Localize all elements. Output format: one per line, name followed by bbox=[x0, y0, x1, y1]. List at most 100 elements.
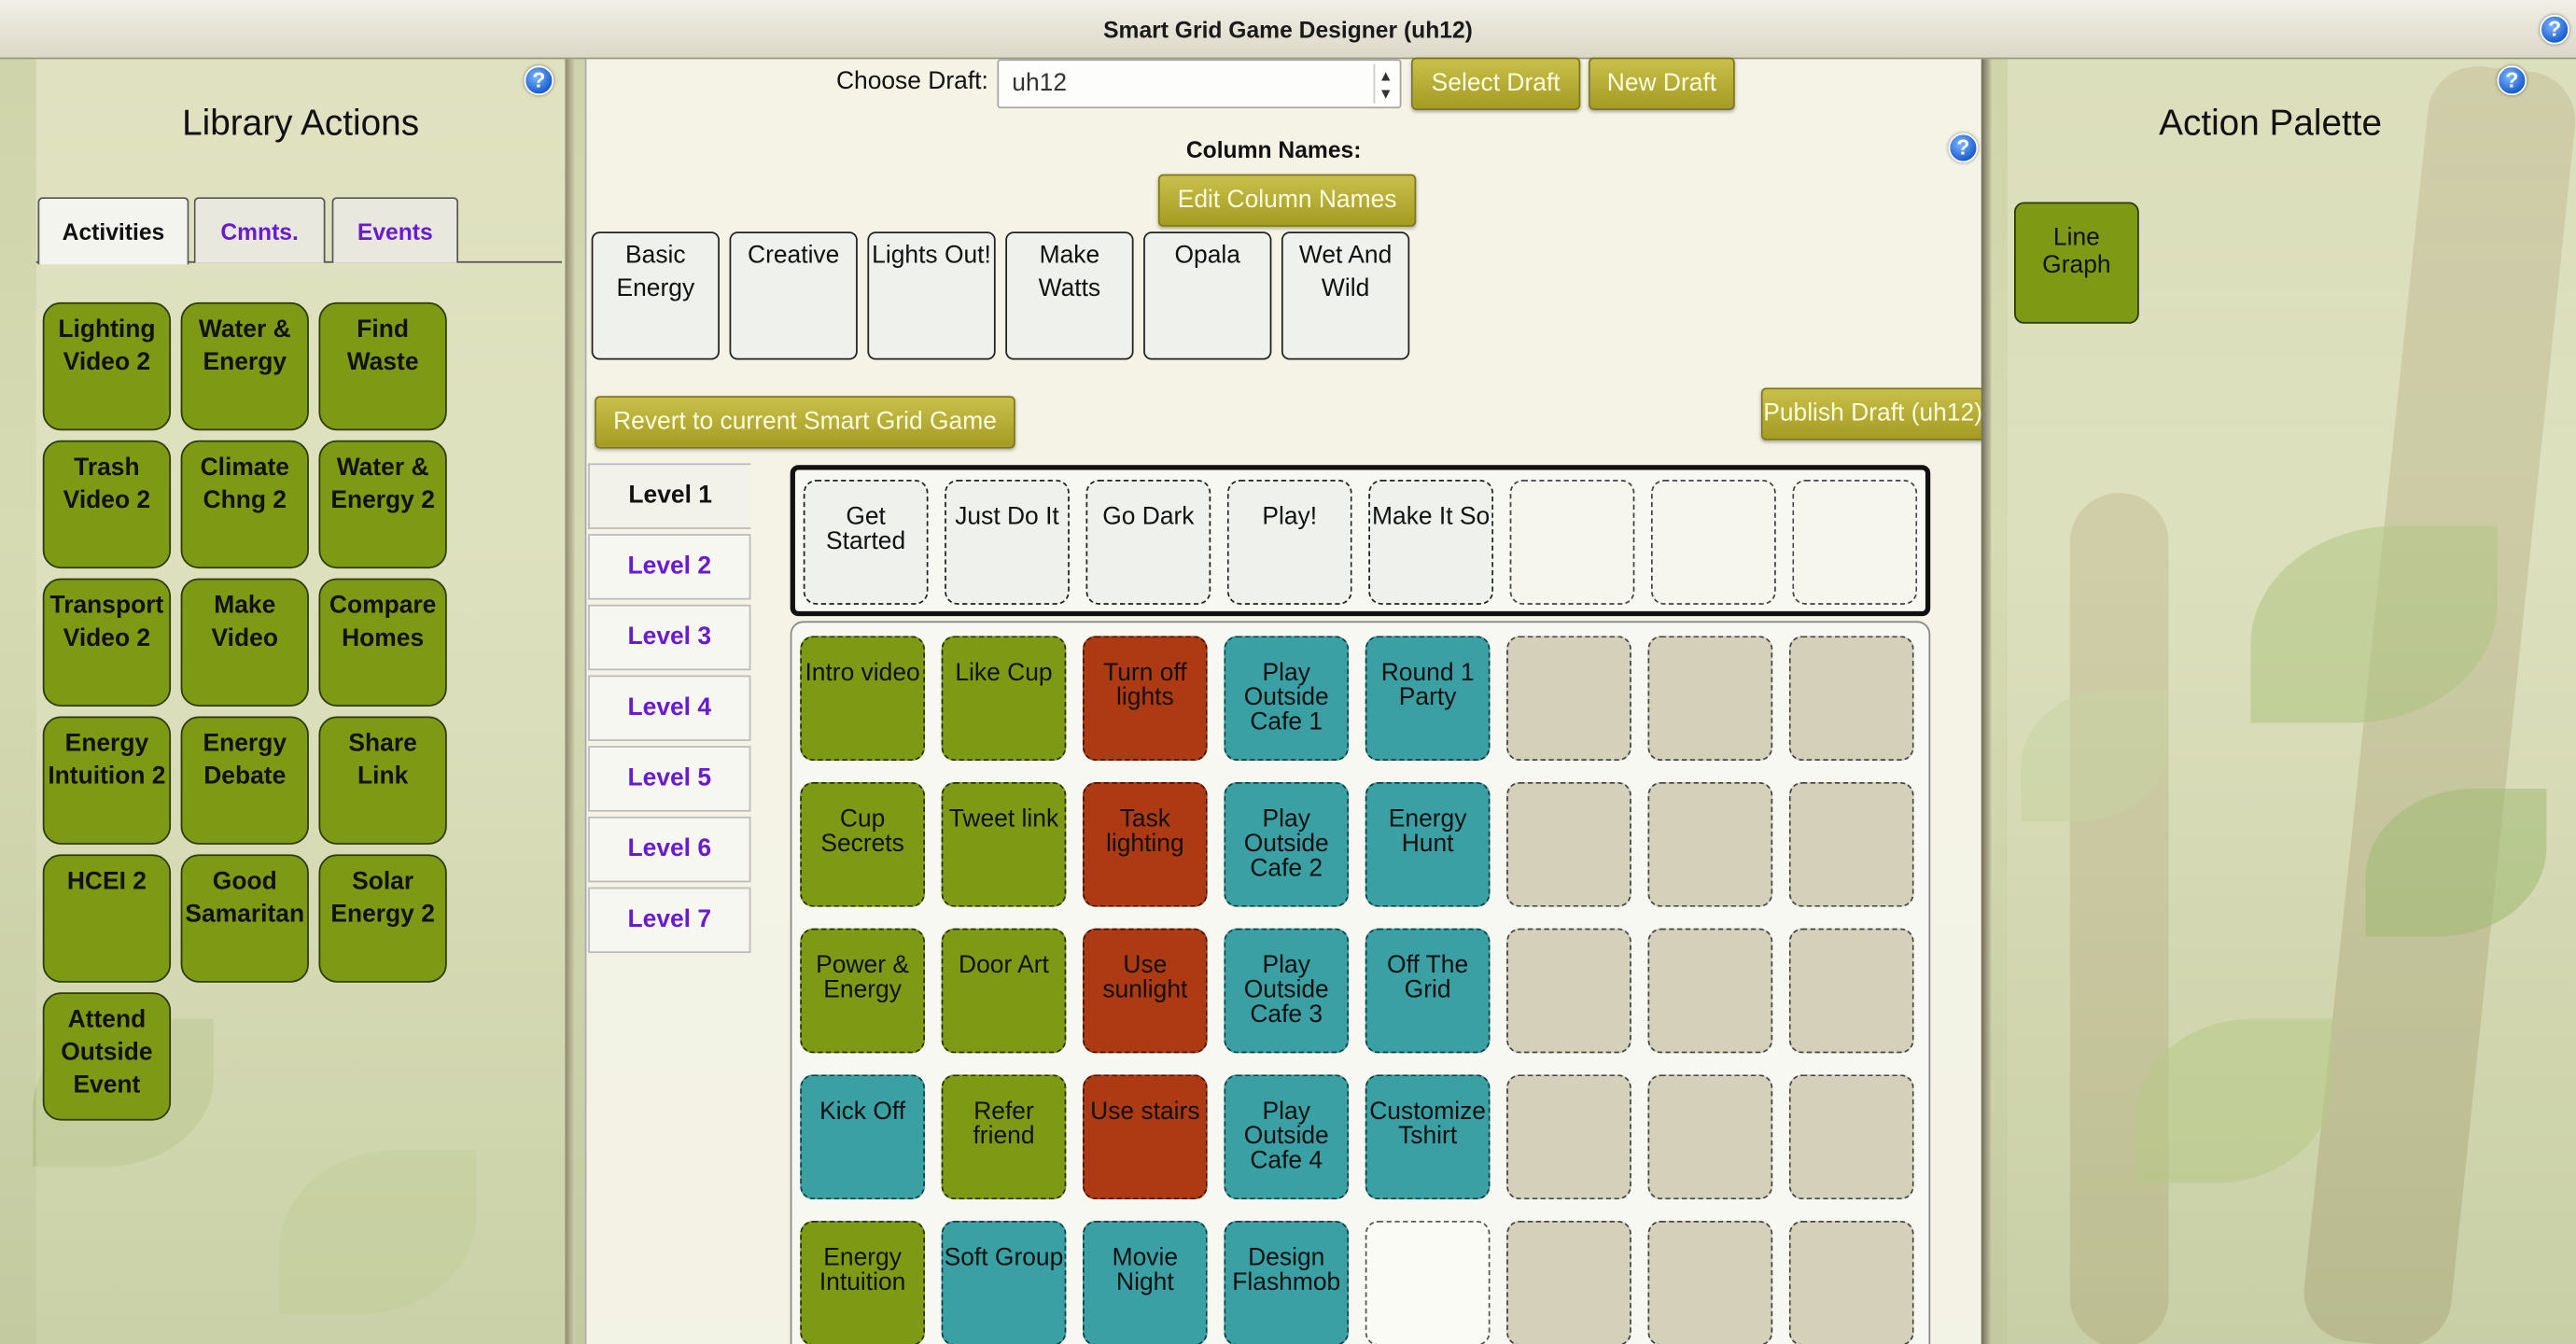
edit-column-names-button[interactable]: Edit Column Names bbox=[1157, 174, 1417, 227]
library-action-trash-video-2[interactable]: Trash Video 2 bbox=[42, 440, 172, 569]
library-action-attend-outside-event[interactable]: Attend Outside Event bbox=[42, 992, 172, 1121]
palette-action-line-graph[interactable]: Line Graph bbox=[2014, 202, 2139, 324]
level-column-go-dark[interactable]: Go Dark bbox=[1085, 480, 1211, 605]
grid-cell-empty[interactable] bbox=[1788, 636, 1914, 762]
level-tab-3[interactable]: Level 3 bbox=[588, 604, 751, 671]
level-column-row: Get Started Just Do It Go Dark Play! Mak… bbox=[790, 465, 1931, 617]
grid-cell[interactable]: Play Outside Cafe 3 bbox=[1224, 928, 1350, 1054]
library-tabs: Activities Cmnts. Events bbox=[35, 197, 562, 265]
level-tab-6[interactable]: Level 6 bbox=[588, 816, 751, 883]
library-action-good-samaritan[interactable]: Good Samaritan bbox=[180, 854, 309, 983]
level-tab-4[interactable]: Level 4 bbox=[588, 675, 751, 741]
column-name-lights-out[interactable]: Lights Out! bbox=[867, 231, 996, 360]
tab-activities[interactable]: Activities bbox=[37, 197, 189, 265]
level-column-just-do-it[interactable]: Just Do It bbox=[945, 480, 1070, 605]
level-column-make-it-so[interactable]: Make It So bbox=[1368, 480, 1494, 605]
publish-draft-button[interactable]: Publish Draft (uh12) bbox=[1760, 387, 1985, 441]
grid-cell-empty[interactable] bbox=[1647, 928, 1773, 1054]
library-action-water-energy-2[interactable]: Water & Energy 2 bbox=[318, 440, 447, 569]
level-column-get-started[interactable]: Get Started bbox=[803, 480, 929, 605]
library-action-climate-chng-2[interactable]: Climate Chng 2 bbox=[180, 440, 309, 569]
grid-cell-empty[interactable] bbox=[1365, 1220, 1491, 1344]
library-action-transport-video-2[interactable]: Transport Video 2 bbox=[42, 578, 172, 707]
grid-cell[interactable]: Kick Off bbox=[800, 1074, 925, 1200]
action-palette-title: Action Palette bbox=[2159, 102, 2383, 144]
grid-cell[interactable]: Movie Night bbox=[1082, 1220, 1208, 1344]
grid-cell[interactable]: Cup Secrets bbox=[800, 781, 925, 907]
library-action-solar-energy-2[interactable]: Solar Energy 2 bbox=[318, 854, 447, 983]
column-name-wet-and-wild[interactable]: Wet And Wild bbox=[1281, 231, 1410, 360]
revert-button[interactable]: Revert to current Smart Grid Game bbox=[595, 396, 1015, 449]
library-action-lighting-video-2[interactable]: Lighting Video 2 bbox=[42, 301, 172, 431]
level-column-empty-slot[interactable] bbox=[1651, 480, 1776, 605]
grid-cell-empty[interactable] bbox=[1788, 1220, 1914, 1344]
column-name-make-watts[interactable]: Make Watts bbox=[1005, 231, 1134, 360]
column-name-basic-energy[interactable]: Basic Energy bbox=[591, 231, 720, 360]
grid-cell-empty[interactable] bbox=[1647, 1074, 1773, 1200]
grid-cell[interactable]: Refer friend bbox=[941, 1074, 1067, 1200]
column-name-opala[interactable]: Opala bbox=[1143, 231, 1272, 360]
grid-cell[interactable]: Play Outside Cafe 4 bbox=[1224, 1074, 1350, 1200]
level-column-empty-slot[interactable] bbox=[1509, 480, 1635, 605]
draft-select[interactable]: uh12 ▲ ▼ bbox=[997, 59, 1402, 109]
grid-cell[interactable]: Task lighting bbox=[1082, 781, 1208, 907]
grid-cell-empty[interactable] bbox=[1506, 636, 1631, 762]
library-action-find-waste[interactable]: Find Waste bbox=[318, 301, 447, 431]
grid-cell-empty[interactable] bbox=[1506, 1074, 1631, 1200]
grid-cell[interactable]: Design Flashmob bbox=[1224, 1220, 1350, 1344]
grid-cell-empty[interactable] bbox=[1788, 928, 1914, 1054]
action-palette-panel: ? Action Palette Line Graph bbox=[2007, 59, 2576, 1344]
grid-cell[interactable]: Tweet link bbox=[941, 781, 1067, 907]
grid-cell-empty[interactable] bbox=[1647, 1220, 1773, 1344]
grid-cell[interactable]: Use stairs bbox=[1082, 1074, 1208, 1200]
grid-cell-empty[interactable] bbox=[1506, 781, 1631, 907]
grid-cell[interactable]: Customize Tshirt bbox=[1365, 1074, 1491, 1200]
designer-panel: Choose Draft: uh12 ▲ ▼ Select Draft New D… bbox=[584, 57, 1992, 1344]
grid-cell[interactable]: Like Cup bbox=[941, 636, 1067, 762]
grid-cell-empty[interactable] bbox=[1506, 1220, 1631, 1344]
level-tab-1[interactable]: Level 1 bbox=[588, 463, 751, 529]
grid-cell[interactable]: Intro video bbox=[800, 636, 925, 762]
library-action-energy-intuition-2[interactable]: Energy Intuition 2 bbox=[42, 716, 172, 845]
library-action-hcei-2[interactable]: HCEI 2 bbox=[42, 854, 172, 983]
grid-cell[interactable]: Power & Energy bbox=[800, 928, 925, 1054]
column-names-label: Column Names: bbox=[1185, 136, 1362, 163]
column-name-creative[interactable]: Creative bbox=[729, 231, 858, 360]
grid-cell-empty[interactable] bbox=[1647, 781, 1773, 907]
grid-cell-empty[interactable] bbox=[1647, 636, 1773, 762]
select-arrows-icon: ▲ ▼ bbox=[1373, 63, 1397, 104]
grid-cell-empty[interactable] bbox=[1788, 781, 1914, 907]
library-action-make-video[interactable]: Make Video bbox=[180, 578, 309, 707]
tab-comments[interactable]: Cmnts. bbox=[193, 197, 326, 263]
grid-cell[interactable]: Soft Group bbox=[941, 1220, 1067, 1344]
level-column-play[interactable]: Play! bbox=[1226, 480, 1352, 605]
level-tab-5[interactable]: Level 5 bbox=[588, 746, 751, 812]
grid-cell[interactable]: Use sunlight bbox=[1082, 928, 1208, 1054]
help-icon[interactable]: ? bbox=[2497, 65, 2527, 96]
select-draft-button[interactable]: Select Draft bbox=[1411, 57, 1581, 110]
level-column-empty-slot[interactable] bbox=[1792, 480, 1918, 605]
grid-cell[interactable]: Door Art bbox=[941, 928, 1067, 1054]
tab-events[interactable]: Events bbox=[331, 197, 459, 263]
grid-cell[interactable]: Turn off lights bbox=[1082, 636, 1208, 762]
app-window: Smart Grid Game Designer (uh12) ? ? Libr… bbox=[0, 0, 2576, 1344]
level-tab-7[interactable]: Level 7 bbox=[588, 887, 751, 954]
grid-cell[interactable]: Energy Intuition bbox=[800, 1220, 925, 1344]
help-icon[interactable]: ? bbox=[1948, 133, 1979, 163]
level-tab-2[interactable]: Level 2 bbox=[588, 534, 751, 600]
library-action-energy-debate[interactable]: Energy Debate bbox=[180, 716, 309, 845]
library-action-compare-homes[interactable]: Compare Homes bbox=[318, 578, 447, 707]
grid-cell[interactable]: Round 1 Party bbox=[1365, 636, 1491, 762]
help-icon[interactable]: ? bbox=[524, 65, 554, 96]
grid-cell[interactable]: Off The Grid bbox=[1365, 928, 1491, 1054]
grid-cell[interactable]: Play Outside Cafe 2 bbox=[1224, 781, 1350, 907]
library-action-share-link[interactable]: Share Link bbox=[318, 716, 447, 845]
help-icon[interactable]: ? bbox=[2540, 14, 2569, 45]
new-draft-button[interactable]: New Draft bbox=[1589, 57, 1735, 110]
grid-cell-empty[interactable] bbox=[1506, 928, 1631, 1054]
grid-cell-empty[interactable] bbox=[1788, 1074, 1914, 1200]
draft-select-value: uh12 bbox=[1012, 68, 1068, 97]
grid-cell[interactable]: Play Outside Cafe 1 bbox=[1224, 636, 1350, 762]
grid-cell[interactable]: Energy Hunt bbox=[1365, 781, 1491, 907]
library-action-water-energy[interactable]: Water & Energy bbox=[180, 301, 309, 431]
